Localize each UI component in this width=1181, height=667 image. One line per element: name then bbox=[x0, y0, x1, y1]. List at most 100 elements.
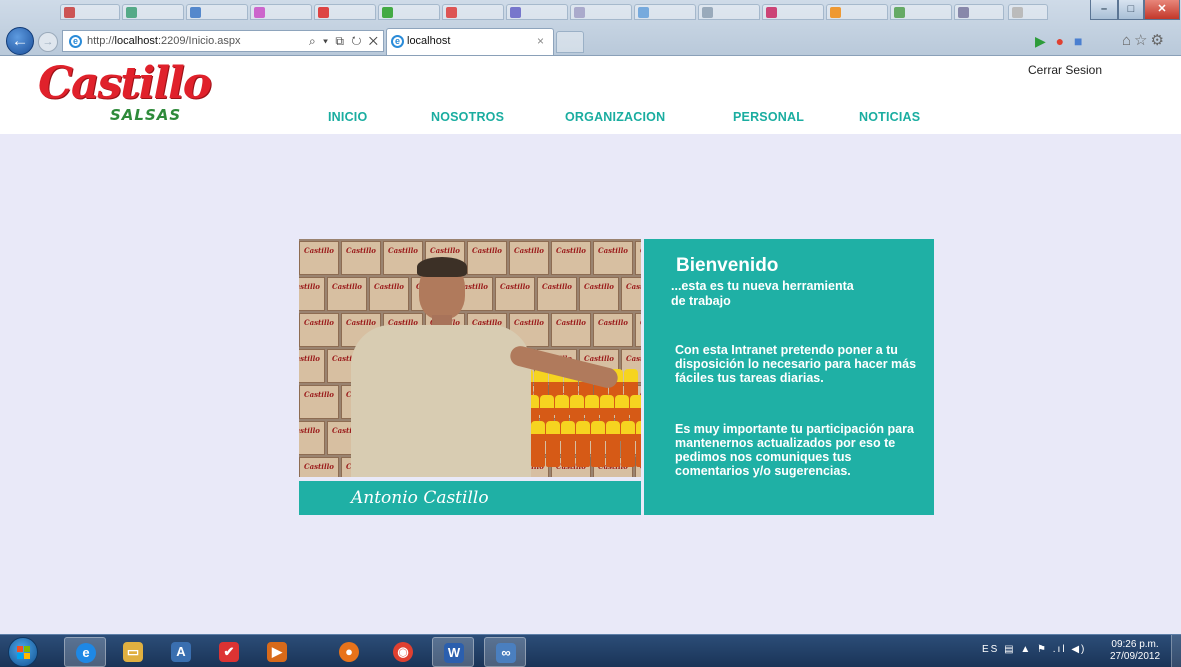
system-tray-icons[interactable]: ES ▤ ▲ ⚑ .ıl ◀) bbox=[982, 644, 1086, 655]
box-label: Castillo bbox=[542, 282, 572, 291]
background-tab[interactable] bbox=[634, 4, 696, 20]
background-tab[interactable] bbox=[314, 4, 376, 20]
chrome-icon: ◉ bbox=[393, 642, 413, 662]
taskbar-app-red-button[interactable]: ✔ bbox=[208, 637, 250, 667]
navigation-row: ← → e http://localhost:2209/Inicio.aspx … bbox=[0, 26, 1181, 56]
sauce-bottle bbox=[561, 421, 575, 467]
nav-nosotros[interactable]: NOSOTROS bbox=[431, 110, 504, 124]
background-tab[interactable] bbox=[60, 4, 120, 20]
system-clock[interactable]: 09:26 p.m. 27/09/2012 bbox=[1110, 639, 1160, 663]
box-row: Castillo Castillo Castillo Castillo Castillo… bbox=[299, 239, 641, 277]
box-label: Castillo bbox=[299, 354, 320, 363]
active-tab[interactable]: e localhost × bbox=[386, 28, 554, 55]
taskbar-file-explorer-button[interactable]: ▭ bbox=[112, 637, 154, 667]
address-bar[interactable]: e http://localhost:2209/Inicio.aspx ⌕ ▾ … bbox=[62, 30, 384, 52]
address-url[interactable]: http://localhost:2209/Inicio.aspx bbox=[87, 35, 241, 47]
taskbar-word-button[interactable]: W bbox=[432, 637, 474, 667]
nav-inicio[interactable]: INICIO bbox=[328, 110, 367, 124]
box-label: Castillo bbox=[584, 282, 614, 291]
salsa-box: Castillo bbox=[621, 277, 641, 311]
nav-personal[interactable]: PERSONAL bbox=[733, 110, 804, 124]
background-tab[interactable] bbox=[378, 4, 440, 20]
background-tab[interactable] bbox=[570, 4, 632, 20]
box-label: Castillo bbox=[430, 246, 460, 255]
box-label: Castillo bbox=[626, 354, 641, 363]
background-tab[interactable] bbox=[122, 4, 184, 20]
extension-green-icon[interactable]: ▶ bbox=[1035, 33, 1046, 50]
box-label: Castillo bbox=[514, 246, 544, 255]
address-tools-icons[interactable]: ⌕ ▾ ⧉ ↻ ✕ bbox=[309, 34, 380, 49]
browser-chrome: – □ ✕ ← → e http://localhost:2209/Inicio… bbox=[0, 0, 1181, 56]
salsa-box: Castillo bbox=[299, 241, 339, 275]
nav-organizacion[interactable]: ORGANIZACION bbox=[565, 110, 665, 124]
other-app-icon: ∞ bbox=[496, 643, 516, 663]
new-tab-button[interactable] bbox=[556, 31, 584, 53]
taskbar-other-app-button[interactable]: ∞ bbox=[484, 637, 526, 667]
show-desktop-button[interactable] bbox=[1171, 635, 1181, 667]
extension-red-icon[interactable]: ● bbox=[1056, 33, 1064, 49]
salsa-box: Castillo bbox=[327, 277, 367, 311]
box-label: Castillo bbox=[500, 282, 530, 291]
background-tab[interactable] bbox=[442, 4, 504, 20]
back-button[interactable]: ← bbox=[6, 27, 34, 55]
ie-page-icon: e bbox=[69, 35, 82, 48]
maximize-button[interactable]: □ bbox=[1118, 0, 1144, 20]
background-tab[interactable] bbox=[954, 4, 1004, 20]
tab-close-icon[interactable]: × bbox=[537, 34, 544, 48]
background-tab[interactable] bbox=[186, 4, 248, 20]
taskbar-internet-explorer-button[interactable]: e bbox=[64, 637, 106, 667]
box-label: Castillo bbox=[388, 246, 418, 255]
file-explorer-icon: ▭ bbox=[123, 642, 143, 662]
windows-taskbar: e ▭ A ✔ ▶ ● ◉ W ∞ ES ▤ ▲ ⚑ .ıl ◀) 09:26 p.m. 27/… bbox=[0, 634, 1181, 667]
sauce-bottle bbox=[546, 421, 560, 467]
start-button[interactable] bbox=[8, 637, 38, 667]
welcome-paragraph-2: Es muy importante tu participación para … bbox=[675, 422, 914, 478]
firefox-icon: ● bbox=[339, 642, 359, 662]
salsa-box: Castillo bbox=[593, 313, 633, 347]
salsa-box: Castillo bbox=[635, 313, 641, 347]
app-red-icon: ✔ bbox=[219, 642, 239, 662]
photo-caption: Antonio Castillo bbox=[351, 488, 489, 508]
background-tab[interactable] bbox=[890, 4, 952, 20]
close-window-button[interactable]: ✕ bbox=[1144, 0, 1180, 20]
nav-noticias[interactable]: NOTICIAS bbox=[859, 110, 920, 124]
url-scheme: http:// bbox=[87, 35, 115, 47]
taskbar-app-orange-button[interactable]: ▶ bbox=[256, 637, 298, 667]
background-tab[interactable] bbox=[698, 4, 760, 20]
taskbar-chrome-button[interactable]: ◉ bbox=[382, 637, 424, 667]
extension-blue-icon[interactable]: ■ bbox=[1074, 33, 1082, 49]
background-tab[interactable] bbox=[826, 4, 888, 20]
salsa-box: Castillo bbox=[299, 349, 325, 383]
site-header: Castillo SALSAS Cerrar Sesion INICIO NOS… bbox=[0, 56, 1181, 134]
box-label: Castillo bbox=[346, 246, 376, 255]
background-tab[interactable] bbox=[250, 4, 312, 20]
background-tab[interactable] bbox=[762, 4, 824, 20]
castillo-logo[interactable]: Castillo SALSAS bbox=[38, 58, 212, 134]
salsa-box: Castillo bbox=[467, 241, 507, 275]
box-label: Castillo bbox=[374, 282, 404, 291]
background-tab[interactable] bbox=[506, 4, 568, 20]
forward-button[interactable]: → bbox=[38, 32, 58, 52]
home-favorites-tools-icons[interactable]: ⌂☆⚙ bbox=[1122, 31, 1167, 49]
sauce-bottle bbox=[636, 421, 641, 467]
logout-link[interactable]: Cerrar Sesion bbox=[1028, 63, 1102, 77]
minimize-button[interactable]: – bbox=[1090, 0, 1118, 20]
box-label: Castillo bbox=[304, 318, 334, 327]
welcome-subtitle: ...esta es tu nueva herramienta de traba… bbox=[671, 279, 854, 308]
box-row: Castillo Castillo Castillo Castillo Castillo… bbox=[299, 275, 641, 313]
salsa-box: Castillo bbox=[369, 277, 409, 311]
tab-title: localhost bbox=[407, 35, 451, 47]
sauce-bottle bbox=[576, 421, 590, 467]
sauce-bottle bbox=[606, 421, 620, 467]
forward-arrow-icon: → bbox=[42, 36, 54, 48]
sauce-bottle bbox=[531, 421, 545, 467]
box-label: Castillo bbox=[626, 282, 641, 291]
box-label: Castillo bbox=[472, 246, 502, 255]
box-label: Castillo bbox=[640, 318, 641, 327]
background-tab[interactable] bbox=[1008, 4, 1048, 20]
taskbar-firefox-button[interactable]: ● bbox=[328, 637, 370, 667]
taskbar-app-a-button[interactable]: A bbox=[160, 637, 202, 667]
salsa-box: Castillo bbox=[299, 277, 325, 311]
box-label: Castillo bbox=[304, 390, 334, 399]
salsa-box: Castillo bbox=[299, 385, 339, 419]
